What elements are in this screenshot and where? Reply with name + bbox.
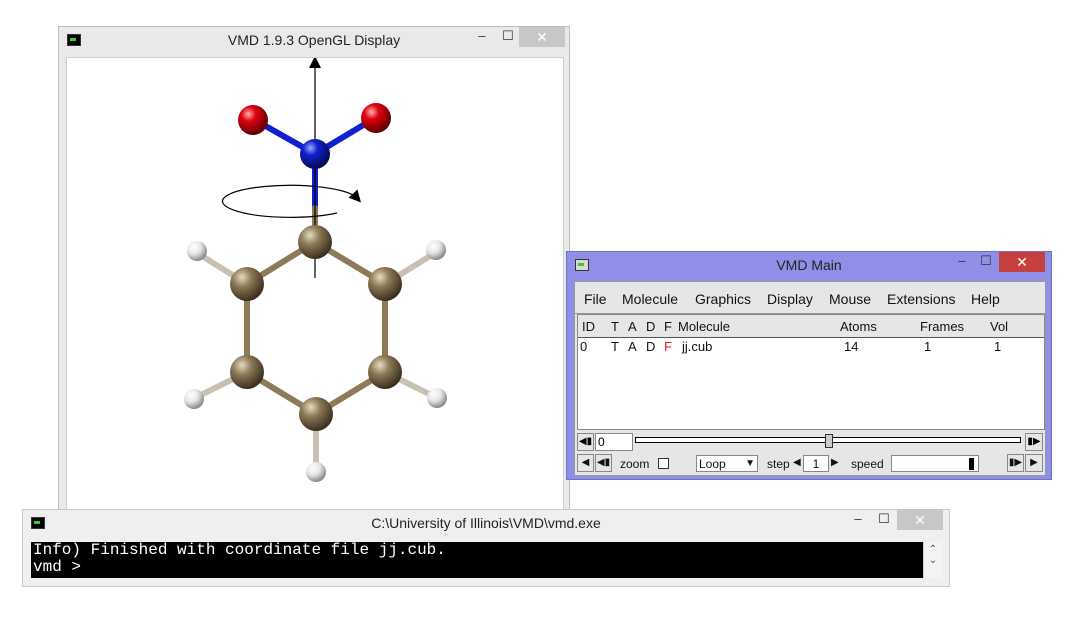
molecule-list-header: ID T A D F Molecule Atoms Frames Vol <box>578 315 1044 338</box>
hydrogen-atom <box>426 240 446 260</box>
play-reverse-icon[interactable]: ◀▮ <box>595 454 612 472</box>
row-top-flag[interactable]: T <box>611 339 619 354</box>
oxygen-atom <box>238 105 268 135</box>
menu-display[interactable]: Display <box>767 291 813 307</box>
scroll-down-icon[interactable]: ⌄ <box>924 555 942 566</box>
gl-close-button[interactable]: ✕ <box>519 27 565 47</box>
col-id[interactable]: ID <box>582 319 595 334</box>
step-increment-icon[interactable]: ▶ <box>831 457 839 468</box>
menu-file[interactable]: File <box>584 291 607 307</box>
step-input[interactable]: 1 <box>803 455 829 472</box>
molecule-list: ID T A D F Molecule Atoms Frames Vol 0 T… <box>577 314 1045 430</box>
console-titlebar[interactable]: C:\University of Illinois\VMD\vmd.exe – … <box>23 510 949 536</box>
col-d[interactable]: D <box>646 319 655 334</box>
step-decrement-icon[interactable]: ◀ <box>793 457 801 468</box>
speed-slider[interactable] <box>891 455 979 472</box>
carbon-atom <box>230 355 264 389</box>
loop-select[interactable]: Loop ▼ <box>696 455 758 472</box>
frame-slider-row: ◀▮ 0 ▮▶ <box>575 433 1045 452</box>
oxygen-atom <box>361 103 391 133</box>
console-close-button[interactable]: ✕ <box>897 510 943 530</box>
console-minimize-button[interactable]: – <box>845 510 871 530</box>
hydrogen-atom <box>306 462 326 482</box>
row-vol: 1 <box>994 339 1002 354</box>
row-molecule-name: jj.cub <box>682 339 713 354</box>
carbon-atom <box>299 397 333 431</box>
col-molecule[interactable]: Molecule <box>678 319 730 334</box>
menu-mouse[interactable]: Mouse <box>829 291 871 307</box>
speed-slider-handle[interactable] <box>969 458 974 470</box>
carbon-atom <box>298 225 332 259</box>
col-t[interactable]: T <box>611 319 619 334</box>
playback-row: ◀ ◀▮ zoom Loop ▼ step ◀ 1 ▶ speed ▮▶ ▶ <box>575 454 1045 474</box>
row-id: 0 <box>580 339 588 354</box>
col-f[interactable]: F <box>664 319 672 334</box>
frame-input[interactable]: 0 <box>595 433 633 451</box>
play-forward-icon[interactable]: ▮▶ <box>1007 454 1024 472</box>
menu-graphics[interactable]: Graphics <box>695 291 751 307</box>
step-forward-icon[interactable]: ▶ <box>1025 454 1043 472</box>
hydrogen-atom <box>187 241 207 261</box>
console-maximize-button[interactable]: ☐ <box>871 510 897 530</box>
menu-extensions[interactable]: Extensions <box>887 291 955 307</box>
hydrogen-atom <box>427 388 447 408</box>
gl-minimize-button[interactable]: – <box>469 27 495 47</box>
gl-maximize-button[interactable]: ☐ <box>495 27 521 47</box>
main-close-button[interactable]: ✕ <box>999 252 1045 272</box>
scroll-up-icon[interactable]: ⌃ <box>924 544 942 555</box>
main-body: File Molecule Graphics Display Mouse Ext… <box>574 281 1046 476</box>
col-a[interactable]: A <box>628 319 637 334</box>
main-minimize-button[interactable]: – <box>949 252 975 272</box>
hydrogen-atom <box>184 389 204 409</box>
col-frames[interactable]: Frames <box>920 319 964 334</box>
console-scrollbar[interactable]: ⌃ ⌄ <box>923 542 942 578</box>
chevron-down-icon: ▼ <box>745 458 755 469</box>
molecule-viewport[interactable] <box>66 56 564 517</box>
console-window: C:\University of Illinois\VMD\vmd.exe – … <box>22 509 950 587</box>
opengl-display-window: VMD 1.9.3 OpenGL Display – ☐ ✕ <box>58 26 570 517</box>
nitrogen-atom <box>300 139 330 169</box>
molecule-row[interactable]: 0 T A D F jj.cub 14 1 1 <box>578 338 1044 356</box>
console-window-title: C:\University of Illinois\VMD\vmd.exe <box>371 515 601 531</box>
step-label: step <box>767 457 790 471</box>
main-titlebar[interactable]: VMD Main – ☐ ✕ <box>567 252 1051 278</box>
main-maximize-button[interactable]: ☐ <box>973 252 999 272</box>
frame-slider-handle[interactable] <box>825 434 833 448</box>
row-atoms: 14 <box>844 339 859 354</box>
console-prompt[interactable]: vmd > <box>33 559 923 576</box>
menu-bar: File Molecule Graphics Display Mouse Ext… <box>575 282 1045 314</box>
speed-label: speed <box>851 457 884 471</box>
skip-to-end-icon[interactable]: ▮▶ <box>1025 433 1043 451</box>
row-frames: 1 <box>924 339 932 354</box>
menu-help[interactable]: Help <box>971 291 1000 307</box>
row-fixed-flag[interactable]: F <box>664 339 672 354</box>
menu-molecule[interactable]: Molecule <box>622 291 678 307</box>
gl-titlebar[interactable]: VMD 1.9.3 OpenGL Display – ☐ ✕ <box>59 27 569 53</box>
step-back-icon[interactable]: ◀ <box>577 454 594 472</box>
skip-to-start-icon[interactable]: ◀▮ <box>577 433 594 451</box>
carbon-atom <box>368 267 402 301</box>
row-active-flag[interactable]: A <box>628 339 637 354</box>
vmd-main-window: VMD Main – ☐ ✕ File Molecule Graphics Di… <box>566 251 1052 480</box>
loop-select-value: Loop <box>699 457 726 471</box>
console-output[interactable]: Info) Finished with coordinate file jj.c… <box>31 542 923 578</box>
rotation-circle-arrow <box>221 184 362 218</box>
carbon-atom <box>368 355 402 389</box>
console-line: Info) Finished with coordinate file jj.c… <box>33 541 446 559</box>
row-drawn-flag[interactable]: D <box>646 339 655 354</box>
zoom-label: zoom <box>620 457 650 471</box>
zoom-checkbox[interactable] <box>658 458 669 469</box>
col-atoms[interactable]: Atoms <box>840 319 877 334</box>
molecule-render <box>184 56 447 482</box>
col-vol[interactable]: Vol <box>990 319 1008 334</box>
carbon-atom <box>230 267 264 301</box>
